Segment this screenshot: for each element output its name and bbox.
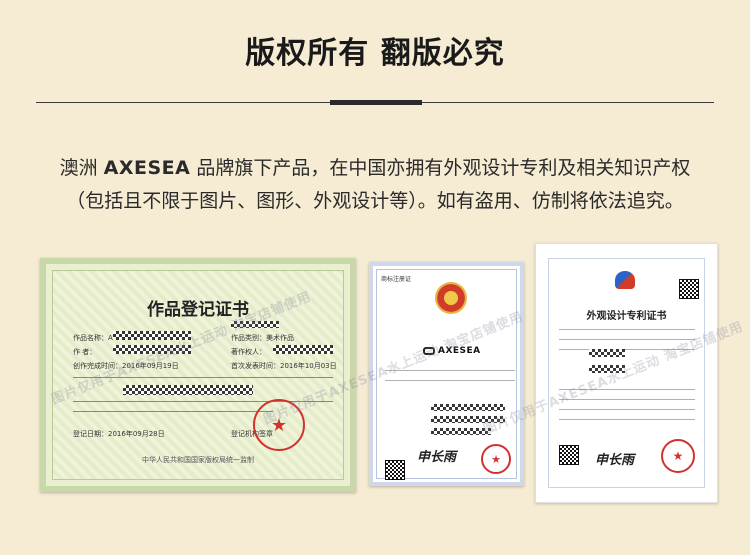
trademark-header: 商标注册证	[381, 276, 412, 283]
national-emblem-icon	[435, 282, 467, 314]
copyright-register-date: 登记日期：2016年09月28日	[73, 430, 165, 438]
rule-line	[385, 380, 515, 381]
statement-prefix: 澳洲	[59, 157, 98, 179]
copyright-published: 首次发表时间：2016年10月03日	[231, 362, 337, 370]
redacted-block	[123, 385, 253, 395]
statement-suffix: 品牌旗下产品，在中国亦拥有外观设计专利及相关知识产权	[196, 157, 691, 179]
official-seal-icon: ★	[661, 439, 695, 473]
rule-line	[559, 329, 695, 330]
rule-line	[559, 419, 695, 420]
rule-line	[559, 409, 695, 410]
official-seal-icon: ★	[481, 444, 511, 474]
copyright-owner-label: 著作权人：	[231, 348, 266, 356]
trademark-signature: 申长雨	[417, 450, 457, 465]
copyright-author-label: 作 者：	[73, 348, 97, 356]
qr-code-icon	[559, 445, 579, 465]
rule-line	[73, 411, 273, 412]
redacted-block	[273, 345, 333, 354]
patent-certificate-title: 外观设计专利证书	[586, 311, 667, 322]
copyright-footer: 中华人民共和国国家版权局统一监制	[142, 456, 254, 464]
redacted-block	[431, 404, 505, 411]
statement-line-1: 澳洲 AXESEA 品牌旗下产品，在中国亦拥有外观设计专利及相关知识产权	[20, 153, 730, 180]
redacted-block	[589, 349, 625, 357]
statement-line-2: （包括且不限于图片、图形、外观设计等）。如有盗用、仿制将依法追究。	[66, 190, 684, 212]
rule-line	[559, 339, 695, 340]
work-name-label: 作品名称：	[73, 334, 108, 342]
copyright-category: 作品类别：美术作品	[231, 334, 294, 342]
patent-office-logo-icon	[615, 271, 635, 289]
redacted-block	[431, 428, 491, 435]
patent-signature: 申长雨	[595, 453, 635, 468]
page-title: 版权所有 翻版必究	[245, 36, 505, 71]
qr-code-icon	[385, 460, 405, 480]
brand-name: AXESEA	[103, 157, 191, 179]
title-divider-accent	[330, 100, 422, 105]
qr-code-icon	[679, 279, 699, 299]
